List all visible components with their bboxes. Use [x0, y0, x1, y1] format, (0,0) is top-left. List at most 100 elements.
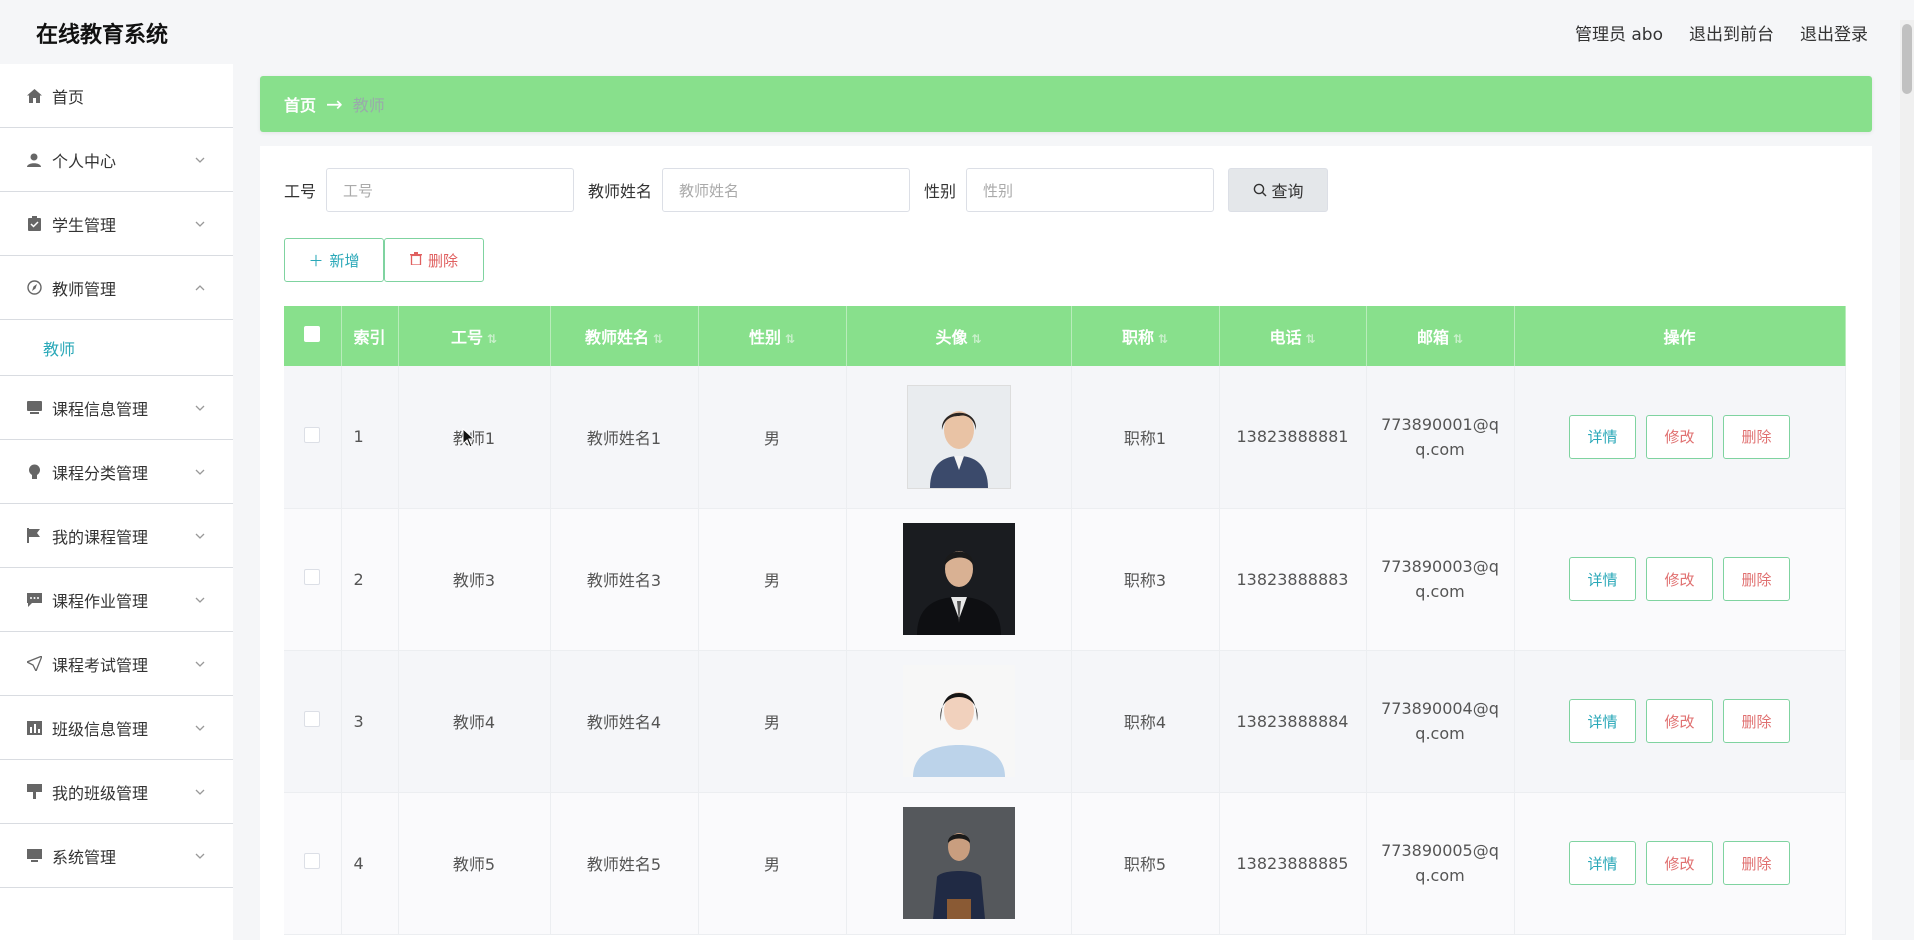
delete-button[interactable]: 删除: [1723, 699, 1790, 743]
teacher-avatar-image: [906, 384, 1011, 489]
header-avatar[interactable]: 头像 ⇅: [846, 306, 1072, 366]
sidebar-item-class-info[interactable]: 班级信息管理: [0, 696, 233, 760]
cell-id: 教师4: [398, 650, 551, 793]
add-button[interactable]: ＋ 新增: [284, 238, 384, 282]
cell-email: 773890004@qq.com: [1366, 650, 1515, 793]
sort-icon: ⇅: [1452, 332, 1464, 346]
user-icon: [26, 152, 42, 168]
detail-button[interactable]: 详情: [1569, 841, 1636, 885]
main-content: 首页 → 教师 工号 工号 教师姓名 教师姓名 性别 性别 查询 ＋ 新增 删除: [260, 76, 1872, 940]
sidebar-item-course-category[interactable]: 课程分类管理: [0, 440, 233, 504]
batch-delete-button[interactable]: 删除: [384, 238, 484, 282]
cell-title: 职称1: [1071, 366, 1220, 509]
table-row: 3 教师4 教师姓名4 男 职称4 13823888884 773890004@…: [284, 650, 1846, 793]
edit-button[interactable]: 修改: [1646, 841, 1713, 885]
sort-icon: ⇅: [1157, 332, 1169, 346]
row-checkbox[interactable]: [304, 426, 321, 443]
scrollbar-thumb[interactable]: [1902, 24, 1912, 94]
sidebar-subitem-teacher[interactable]: 教师: [0, 320, 233, 376]
header-id[interactable]: 工号 ⇅: [398, 306, 551, 366]
admin-user-label[interactable]: 管理员 abo: [1575, 20, 1663, 45]
gender-filter-input[interactable]: 性别: [966, 168, 1215, 212]
select-all-cell[interactable]: [284, 306, 342, 366]
header-phone[interactable]: 电话 ⇅: [1219, 306, 1367, 366]
edit-button[interactable]: 修改: [1646, 414, 1713, 459]
sidebar-item-home[interactable]: 首页: [0, 64, 233, 128]
detail-button[interactable]: 详情: [1569, 557, 1636, 601]
chevron-down-icon: [193, 528, 207, 542]
cell-id: 教师5: [398, 792, 551, 935]
row-select-cell[interactable]: [284, 366, 342, 509]
monitor-icon: [26, 848, 42, 864]
sidebar-item-my-classes[interactable]: 我的班级管理: [0, 760, 233, 824]
cell-ops: 详情 修改 删除: [1514, 508, 1846, 651]
cell-index: 1: [341, 366, 399, 509]
sidebar-item-profile[interactable]: 个人中心: [0, 128, 233, 192]
sidebar-item-my-courses[interactable]: 我的课程管理: [0, 504, 233, 568]
chat-icon: [26, 592, 42, 608]
back-to-front-link[interactable]: 退出到前台: [1689, 20, 1774, 45]
chevron-down-icon: [193, 400, 207, 414]
sort-icon: ⇅: [784, 332, 796, 346]
sidebar-item-label: 班级信息管理: [52, 719, 149, 739]
logout-link[interactable]: 退出登录: [1800, 20, 1868, 45]
sidebar-item-system[interactable]: 系统管理: [0, 824, 233, 888]
edit-button[interactable]: 修改: [1646, 557, 1713, 601]
chevron-down-icon: [193, 656, 207, 670]
sidebar-item-homework[interactable]: 课程作业管理: [0, 568, 233, 632]
add-button-label: 新增: [329, 251, 360, 270]
id-filter-input[interactable]: 工号: [326, 168, 575, 212]
cell-title: 职称4: [1071, 650, 1220, 793]
row-checkbox[interactable]: [304, 569, 321, 585]
cell-phone: 13823888881: [1219, 366, 1367, 509]
cell-name: 教师姓名5: [550, 792, 699, 935]
plus-icon: ＋: [308, 251, 324, 270]
breadcrumb-home[interactable]: 首页: [284, 92, 316, 116]
sidebar-item-label: 我的课程管理: [52, 527, 149, 547]
detail-button[interactable]: 详情: [1569, 699, 1636, 743]
row-select-cell[interactable]: [284, 508, 342, 651]
breadcrumb-current: 教师: [352, 96, 385, 115]
cell-ops: 详情 修改 删除: [1514, 792, 1846, 935]
select-all-checkbox[interactable]: [304, 326, 321, 342]
delete-button[interactable]: 删除: [1723, 414, 1790, 459]
header-email[interactable]: 邮箱 ⇅: [1366, 306, 1515, 366]
row-select-cell[interactable]: [284, 792, 342, 935]
compass-icon: [26, 280, 42, 296]
sidebar-item-exams[interactable]: 课程考试管理: [0, 632, 233, 696]
sidebar-item-teachers[interactable]: 教师管理: [0, 256, 233, 320]
sort-icon: ⇅: [1305, 332, 1316, 346]
header-name[interactable]: 教师姓名 ⇅: [550, 306, 699, 366]
teacher-avatar-image: [902, 523, 1015, 635]
breadcrumb-arrow-icon: →: [326, 92, 343, 116]
name-filter-input[interactable]: 教师姓名: [662, 168, 911, 212]
search-filters: 工号 工号 教师姓名 教师姓名 性别 性别 查询: [284, 167, 1329, 213]
chevron-down-icon: [193, 784, 207, 798]
detail-button[interactable]: 详情: [1569, 414, 1636, 459]
cell-ops: 详情 修改 删除: [1514, 366, 1846, 509]
query-button[interactable]: 查询: [1228, 168, 1329, 212]
id-filter-label: 工号: [284, 182, 317, 201]
row-checkbox[interactable]: [304, 711, 321, 727]
header-title[interactable]: 职称 ⇅: [1071, 306, 1220, 366]
flag-icon: [26, 528, 42, 544]
cell-gender: 男: [698, 508, 847, 651]
row-select-cell[interactable]: [284, 650, 342, 793]
delete-button[interactable]: 删除: [1723, 841, 1790, 885]
top-right-links: 管理员 abo 退出到前台 退出登录: [1575, 20, 1868, 45]
chevron-down-icon: [193, 464, 207, 478]
sidebar-item-course-info[interactable]: 课程信息管理: [0, 376, 233, 440]
sidebar-item-label: 教师管理: [52, 279, 117, 299]
cell-phone: 13823888883: [1219, 508, 1367, 651]
row-checkbox[interactable]: [304, 853, 321, 869]
sort-icon: ⇅: [971, 332, 982, 346]
cell-avatar: [846, 508, 1072, 651]
cell-gender: 男: [698, 366, 847, 509]
delete-button[interactable]: 删除: [1723, 557, 1790, 601]
header-gender[interactable]: 性别 ⇅: [698, 306, 847, 366]
home-icon: [26, 88, 42, 104]
sidebar-item-students[interactable]: 学生管理: [0, 192, 233, 256]
cell-email: 773890001@qq.com: [1366, 366, 1515, 509]
page-scrollbar[interactable]: [1900, 20, 1914, 760]
edit-button[interactable]: 修改: [1646, 699, 1713, 743]
